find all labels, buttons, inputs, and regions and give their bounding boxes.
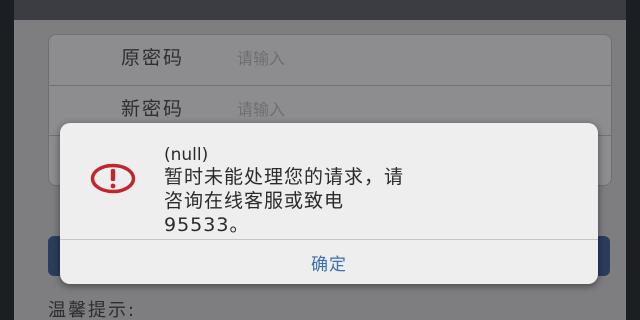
top-bar	[14, 0, 626, 20]
old-password-label: 原密码	[121, 47, 185, 69]
new-password-label: 新密码	[121, 98, 185, 120]
dialog-message-line: 95533。	[164, 214, 250, 236]
phone-screen: 原密码 新密码 温馨提示: (null) 暂时未能处理您的请求，请 咨询在线客服…	[14, 0, 626, 320]
dialog-message: 暂时未能处理您的请求，请 咨询在线客服或致电 95533。	[164, 165, 564, 237]
ok-button[interactable]: 确定	[60, 240, 598, 284]
dialog-title: (null)	[164, 145, 209, 165]
dialog-message-line: 咨询在线客服或致电	[164, 190, 345, 212]
new-password-field[interactable]	[237, 96, 537, 122]
old-password-row: 原密码	[49, 35, 611, 85]
tips-heading: 温馨提示:	[48, 300, 137, 320]
dialog-message-line: 暂时未能处理您的请求，请	[164, 166, 405, 188]
exclamation-circle-icon	[90, 163, 136, 194]
old-password-field[interactable]	[237, 45, 537, 71]
alert-dialog: (null) 暂时未能处理您的请求，请 咨询在线客服或致电 95533。 确定	[60, 123, 598, 284]
